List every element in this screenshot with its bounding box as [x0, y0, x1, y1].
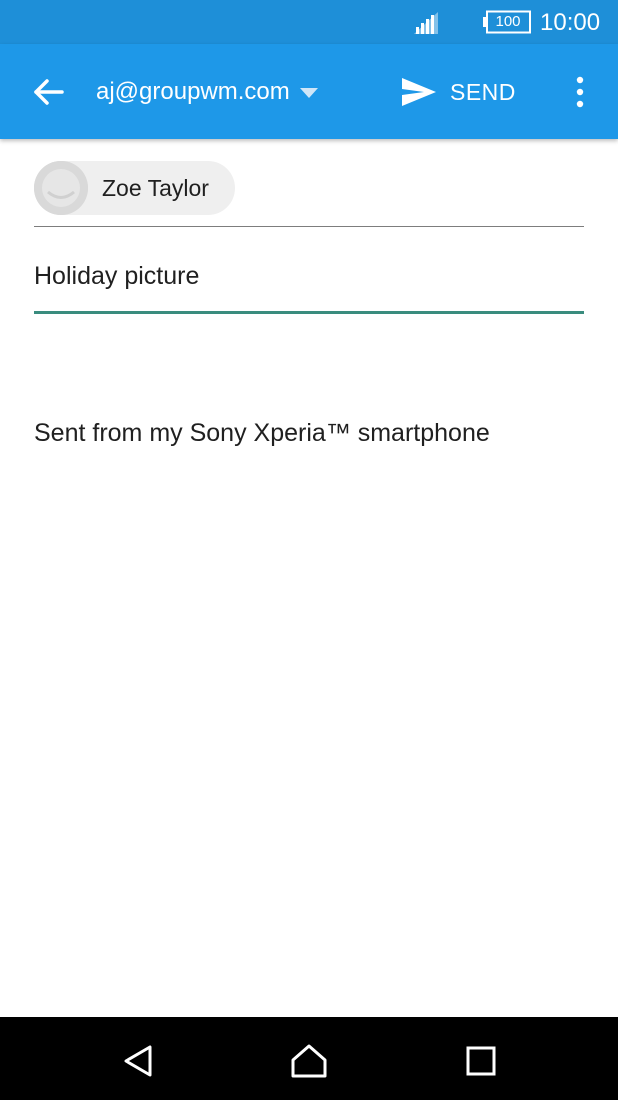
to-field[interactable]: Zoe Taylor — [34, 139, 584, 227]
arrow-back-icon[interactable] — [26, 72, 70, 112]
contact-avatar-icon — [34, 161, 88, 215]
nav-home-icon[interactable] — [289, 1041, 329, 1081]
compose-app-bar: aj@groupwm.com SEND — [0, 44, 618, 139]
system-nav-bar — [0, 1017, 618, 1100]
account-selector[interactable]: aj@groupwm.com — [96, 76, 318, 108]
status-clock: 10:00 — [540, 9, 601, 36]
send-button[interactable]: SEND — [400, 74, 516, 110]
message-body[interactable]: Sent from my Sony Xperia™ smartphone — [34, 314, 584, 1014]
send-label: SEND — [450, 78, 516, 105]
send-icon — [402, 78, 436, 106]
battery-level: 100 — [495, 13, 521, 30]
recipient-name: Zoe Taylor — [102, 174, 209, 201]
cellular-signal-icon — [414, 12, 438, 34]
nav-recents-square-icon[interactable] — [461, 1041, 501, 1081]
subject-text[interactable]: Holiday picture — [34, 261, 199, 291]
nav-back-triangle-icon[interactable] — [119, 1041, 159, 1081]
more-vertical-icon[interactable] — [566, 74, 594, 110]
account-email: aj@groupwm.com — [96, 78, 290, 105]
subject-field[interactable]: Holiday picture — [34, 227, 584, 314]
triangle-down-icon — [299, 88, 318, 98]
recipient-chip[interactable]: Zoe Taylor — [34, 161, 235, 215]
email-signature: Sent from my Sony Xperia™ smartphone — [34, 419, 490, 447]
status-bar: 100 10:00 — [0, 0, 618, 44]
